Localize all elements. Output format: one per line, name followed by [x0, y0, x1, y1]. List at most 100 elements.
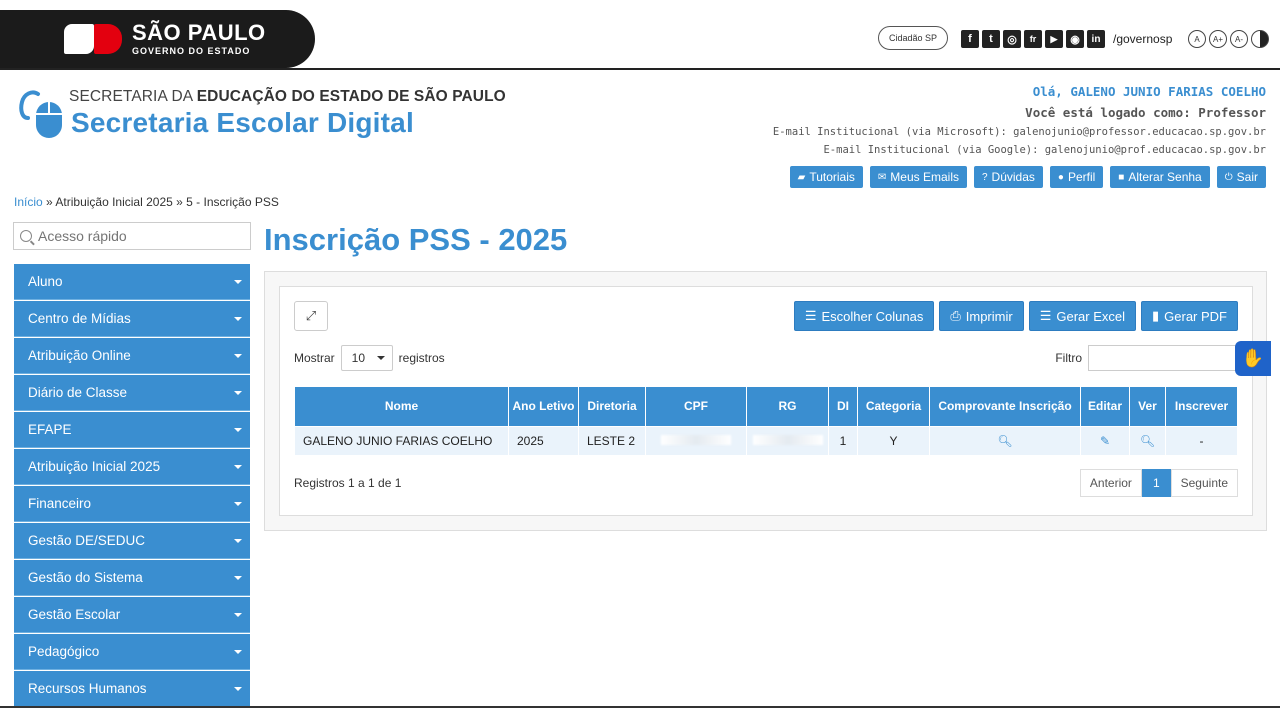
caret-down-icon	[234, 353, 242, 358]
caret-down-icon	[234, 575, 242, 580]
email-google: E-mail Institucional (via Google): galen…	[823, 144, 1266, 156]
redacted-value	[752, 435, 823, 445]
sidebar-menu: Aluno Centro de Mídias Atribuição Online…	[14, 264, 250, 708]
sidebar-item-aluno[interactable]: Aluno	[14, 264, 250, 300]
breadcrumb: Início » Atribuição Inicial 2025 » 5 - I…	[14, 195, 279, 209]
tutoriais-button[interactable]: ▰ Tutoriais	[789, 166, 863, 188]
records-info: Registros 1 a 1 de 1	[294, 476, 402, 490]
quick-access-search	[13, 222, 251, 250]
page-size-select[interactable]: 10	[340, 345, 393, 371]
list-icon: ☰	[1039, 308, 1052, 323]
list-icon: ☰	[804, 308, 817, 323]
redacted-value	[661, 435, 731, 445]
expand-icon: ⤢	[305, 308, 317, 323]
lock-icon: ■	[1118, 171, 1125, 183]
expand-button[interactable]: ⤢	[294, 301, 328, 331]
issuu-icon[interactable]: ◉	[1066, 30, 1084, 48]
table-row: GALENO JUNIO FARIAS COELHO 2025 LESTE 2 …	[294, 426, 1238, 456]
cell-editar: ✎	[1080, 426, 1130, 456]
sidebar-item-pedagogico[interactable]: Pedagógico	[14, 634, 250, 670]
caret-down-icon	[234, 538, 242, 543]
social-handle[interactable]: /governosp	[1113, 32, 1172, 46]
font-normal-button[interactable]: A	[1188, 30, 1206, 48]
col-ver[interactable]: Ver	[1129, 386, 1166, 427]
flickr-icon[interactable]: fr	[1024, 30, 1042, 48]
filter-control: Filtro	[1055, 345, 1238, 371]
pagination: Anterior 1 Seguinte	[1079, 469, 1238, 497]
sidebar-item-gestao-de-seduc[interactable]: Gestão DE/SEDUC	[14, 523, 250, 559]
meus-emails-button[interactable]: ✉ Meus Emails	[869, 166, 967, 188]
caret-down-icon	[234, 501, 242, 506]
facebook-icon[interactable]: f	[961, 30, 979, 48]
col-editar[interactable]: Editar	[1080, 386, 1130, 427]
sair-button[interactable]: ⏻ Sair	[1216, 166, 1266, 188]
instagram-icon[interactable]: ◎	[1003, 30, 1021, 48]
print-button[interactable]: ⎙ Imprimir	[939, 301, 1024, 331]
user-greeting: Olá, GALENO JUNIO FARIAS COELHO	[1032, 84, 1266, 99]
cell-categoria: Y	[857, 426, 930, 456]
sidebar-item-recursos-humanos[interactable]: Recursos Humanos	[14, 671, 250, 707]
sidebar-item-financeiro[interactable]: Financeiro	[14, 486, 250, 522]
col-rg[interactable]: RG	[746, 386, 829, 427]
twitter-icon[interactable]: t	[982, 30, 1000, 48]
pagination-next[interactable]: Seguinte	[1170, 469, 1238, 497]
alterar-senha-button[interactable]: ■ Alterar Senha	[1110, 166, 1210, 188]
col-nome[interactable]: Nome	[294, 386, 509, 427]
quick-access-input[interactable]	[38, 228, 238, 244]
pagination-page[interactable]: 1	[1141, 469, 1171, 497]
sp-logo-mark-icon	[64, 24, 124, 54]
sidebar-item-gestao-do-sistema[interactable]: Gestão do Sistema	[14, 560, 250, 596]
sidebar-item-gestao-escolar[interactable]: Gestão Escolar	[14, 597, 250, 633]
pagination-prev[interactable]: Anterior	[1079, 469, 1142, 497]
cell-ver: 🔍︎	[1129, 426, 1166, 456]
col-cpf[interactable]: CPF	[645, 386, 747, 427]
sidebar-item-atribuicao-online[interactable]: Atribuição Online	[14, 338, 250, 374]
user-role: Você está logado como: Professor	[1025, 105, 1266, 120]
registrations-table: Nome Ano Letivo Diretoria CPF RG DI Cate…	[294, 386, 1238, 456]
search-icon[interactable]: 🔍︎	[1140, 434, 1155, 448]
breadcrumb-home-link[interactable]: Início	[14, 195, 43, 209]
sidebar-item-atribuicao-inicial-2025[interactable]: Atribuição Inicial 2025	[14, 449, 250, 485]
col-comprovante[interactable]: Comprovante Inscrição	[929, 386, 1081, 427]
font-increase-button[interactable]: A+	[1209, 30, 1227, 48]
gov-brand-title: SÃO PAULO	[132, 20, 266, 45]
linkedin-icon[interactable]: in	[1087, 30, 1105, 48]
choose-columns-button[interactable]: ☰ Escolher Colunas	[793, 301, 935, 331]
col-inscrever[interactable]: Inscrever	[1165, 386, 1238, 427]
caret-down-icon	[234, 464, 242, 469]
col-di[interactable]: DI	[828, 386, 858, 427]
cell-comprovante: 🔍︎	[929, 426, 1081, 456]
email-microsoft: E-mail Institucional (via Microsoft): ga…	[772, 126, 1266, 138]
col-categoria[interactable]: Categoria	[857, 386, 930, 427]
cell-rg-redacted	[746, 426, 829, 456]
cell-diretoria: LESTE 2	[578, 426, 646, 456]
export-excel-button[interactable]: ☰ Gerar Excel	[1028, 301, 1136, 331]
search-icon[interactable]: 🔍︎	[997, 434, 1012, 448]
col-diretoria[interactable]: Diretoria	[578, 386, 646, 427]
gov-sp-logo[interactable]: SÃO PAULO GOVERNO DO ESTADO	[0, 10, 315, 68]
content-panel: ⤢ ☰ Escolher Colunas ⎙ Imprimir ☰ Gerar Exc…	[264, 271, 1267, 531]
perfil-button[interactable]: ● Perfil	[1049, 166, 1104, 188]
page-size-control: Mostrar 10 registros	[294, 345, 445, 371]
envelope-icon: ✉	[877, 171, 887, 183]
font-decrease-button[interactable]: A-	[1230, 30, 1248, 48]
pencil-icon[interactable]: ✎	[1100, 434, 1110, 448]
duvidas-button[interactable]: ? Dúvidas	[973, 166, 1043, 188]
user-icon: ●	[1057, 171, 1064, 183]
table-header-row: Nome Ano Letivo Diretoria CPF RG DI Cate…	[294, 386, 1238, 427]
caret-down-icon	[234, 390, 242, 395]
app-name: Secretaria Escolar Digital	[71, 107, 414, 138]
sidebar-item-efape[interactable]: EFAPE	[14, 412, 250, 448]
filter-input[interactable]	[1088, 345, 1238, 371]
power-icon: ⏻	[1224, 171, 1233, 183]
sed-mouse-logo-icon	[19, 90, 62, 138]
vlibras-accessibility-button[interactable]: ✋	[1235, 341, 1271, 376]
sidebar-item-diario-de-classe[interactable]: Diário de Classe	[14, 375, 250, 411]
export-pdf-button[interactable]: ▮ Gerar PDF	[1141, 301, 1238, 331]
col-ano-letivo[interactable]: Ano Letivo	[508, 386, 579, 427]
sidebar-item-centro-de-midias[interactable]: Centro de Mídias	[14, 301, 250, 337]
youtube-icon[interactable]: ▶	[1045, 30, 1063, 48]
contrast-icon[interactable]	[1251, 30, 1269, 48]
cidadao-sp-button[interactable]: Cidadão SP	[878, 26, 948, 50]
cell-cpf-redacted	[645, 426, 747, 456]
